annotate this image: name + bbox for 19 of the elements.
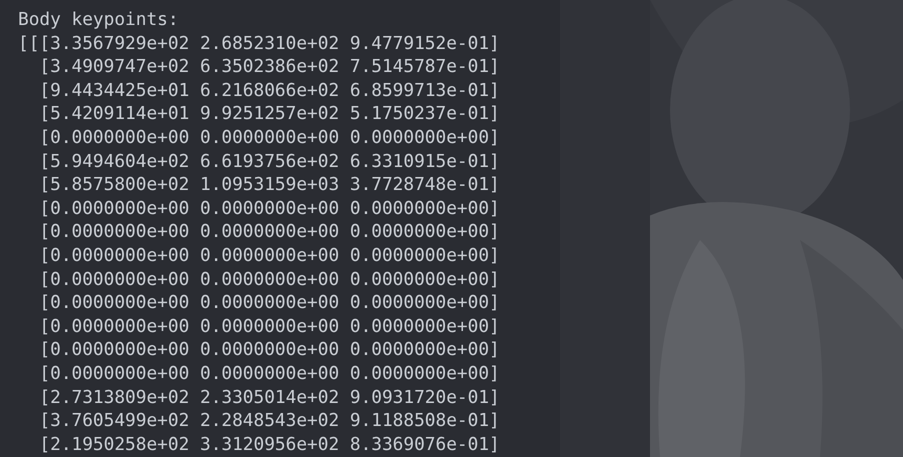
output-line: [2.1950258e+02 3.3120956e+02 8.3369076e-01] <box>39 432 500 456</box>
output-line: [9.4434425e+01 6.2168066e+02 6.8599713e-01] <box>39 78 500 102</box>
output-line: [0.0000000e+00 0.0000000e+00 0.0000000e+00] <box>39 268 500 292</box>
output-line: [[[3.3567929e+02 2.6852310e+02 9.4779152e-01] <box>18 32 500 56</box>
output-line: [0.0000000e+00 0.0000000e+00 0.0000000e+00] <box>39 362 500 386</box>
output-line: [0.0000000e+00 0.0000000e+00 0.0000000e+00] <box>39 291 500 315</box>
output-line: [2.7313809e+02 2.3305014e+02 9.0931720e-01] <box>39 386 500 410</box>
output-line: [3.4909747e+02 6.3502386e+02 7.5145787e-01] <box>39 55 500 79</box>
output-line: [0.0000000e+00 0.0000000e+00 0.0000000e+00] <box>39 338 500 362</box>
output-line: Body keypoints: <box>18 8 179 32</box>
output-line: [0.0000000e+00 0.0000000e+00 0.0000000e+00] <box>39 220 500 244</box>
output-line: [3.7605499e+02 2.2848543e+02 9.1188508e-01] <box>39 409 500 433</box>
output-line: [0.0000000e+00 0.0000000e+00 0.0000000e+00] <box>39 314 500 338</box>
output-line: [0.0000000e+00 0.0000000e+00 0.0000000e+00] <box>39 196 500 220</box>
output-line: [0.0000000e+00 0.0000000e+00 0.0000000e+00] <box>39 126 500 150</box>
output-line: [0.0000000e+00 0.0000000e+00 0.0000000e+00] <box>39 244 500 268</box>
output-line: [5.8575800e+02 1.0953159e+03 3.7728748e-01] <box>39 173 500 197</box>
output-line: [5.9494604e+02 6.6193756e+02 6.3310915e-01] <box>39 150 500 174</box>
output-line: [5.4209114e+01 9.9251257e+02 5.1750237e-01] <box>39 102 500 126</box>
